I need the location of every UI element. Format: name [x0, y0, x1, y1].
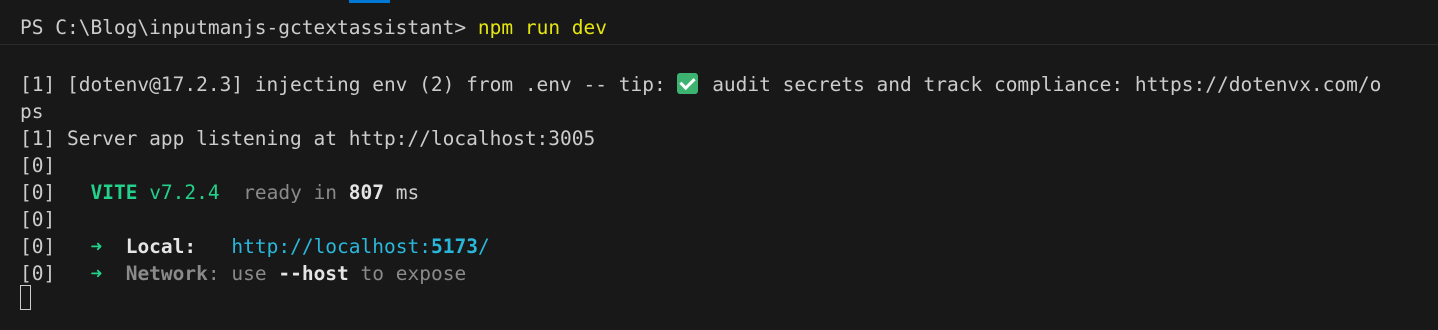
vite-ready-text: ready in: [243, 181, 338, 204]
dotenv-line: [1] [dotenv@17.2.3] injecting env (2) fr…: [20, 71, 1381, 98]
blank-line-2: [0]: [20, 208, 56, 231]
network-line: [0] ➜ Network: use --host to expose: [20, 260, 466, 287]
network-text-1: : use: [207, 262, 279, 285]
local-line: [0] ➜ Local: http://localhost:5173/: [20, 233, 490, 260]
dotenv-wrap-line: ps: [20, 100, 44, 123]
server-line: [1] Server app listening at http://local…: [20, 127, 596, 150]
local-url-link[interactable]: http://localhost:5173/: [231, 235, 489, 258]
terminal-cursor: [20, 285, 31, 310]
vite-ready-time: 807: [348, 181, 385, 204]
local-url-prefix: http://localhost:: [231, 235, 431, 258]
arrow-right-icon: ➜: [90, 262, 103, 285]
network-flag: --host: [278, 262, 349, 285]
active-tab-indicator: [349, 0, 390, 3]
local-url-suffix: /: [477, 235, 490, 258]
network-tag: [0]: [20, 262, 56, 285]
dotenv-suffix: audit secrets and track compliance: http…: [700, 73, 1382, 96]
network-label: Network: [125, 262, 208, 285]
vite-line: [0] VITE v7.2.4 ready in 807 ms: [20, 179, 419, 206]
local-url-port: 5173: [430, 235, 478, 258]
divider: [0, 44, 1438, 45]
check-mark-icon: [677, 73, 699, 94]
terminal-panel[interactable]: PS C:\Blog\inputmanjs-gctextassistant> n…: [0, 0, 1438, 330]
vite-ready-unit: ms: [395, 181, 420, 204]
network-text-2: to expose: [348, 262, 467, 285]
dotenv-prefix: [1] [dotenv@17.2.3] injecting env (2) fr…: [20, 73, 678, 96]
arrow-right-icon: ➜: [90, 235, 103, 258]
prompt-path: PS C:\Blog\inputmanjs-gctextassistant>: [20, 16, 478, 39]
vite-name: VITE: [90, 181, 138, 204]
vite-version: v7.2.4: [149, 181, 220, 204]
prompt-command: npm run dev: [477, 16, 608, 39]
blank-line-1: [0]: [20, 154, 56, 177]
local-tag: [0]: [20, 235, 56, 258]
local-label: Local:: [125, 235, 197, 258]
vite-tag: [0]: [20, 181, 56, 204]
prompt-line: PS C:\Blog\inputmanjs-gctextassistant> n…: [20, 14, 607, 41]
